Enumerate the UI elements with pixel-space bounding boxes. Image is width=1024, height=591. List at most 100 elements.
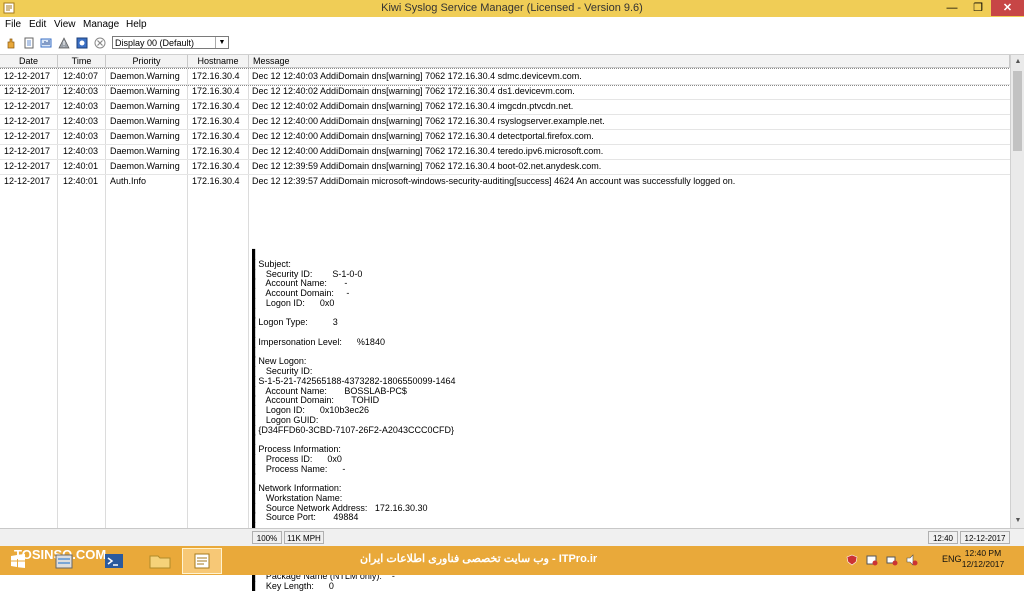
detail-line: ▌{D34FFD60-3CBD-7107-26F2-A2043CCC0CFD} (252, 426, 992, 436)
detail-line: ▌ Source Port: 49884 (252, 513, 992, 523)
table-row[interactable]: 12-12-201712:40:03Daemon.Warning172.16.3… (0, 114, 1010, 130)
menu-file[interactable]: File (5, 19, 21, 30)
cell-time: 12:40:01 (63, 174, 98, 189)
cell-time: 12:40:01 (63, 159, 98, 174)
status-rate: 11K MPH (284, 531, 324, 544)
file-explorer-icon[interactable] (140, 548, 180, 574)
cell-message: Dec 12 12:40:02 AddiDomain dns[warning] … (252, 84, 575, 99)
cell-priority: Daemon.Warning (110, 114, 180, 129)
clear-icon[interactable] (94, 37, 106, 49)
scroll-down-icon[interactable]: ▼ (1011, 514, 1024, 528)
action-center-icon[interactable] (866, 554, 878, 566)
cell-time: 12:40:03 (63, 84, 98, 99)
status-bar: 100% 11K MPH 12:40 12-12-2017 (0, 528, 1024, 547)
cell-date: 12-12-2017 (4, 174, 50, 189)
detail-line: ▌ (252, 250, 992, 260)
cell-hostname: 172.16.30.4 (192, 174, 240, 189)
cell-date: 12-12-2017 (4, 159, 50, 174)
minimize-button[interactable]: — (939, 0, 965, 16)
cell-priority: Auth.Info (110, 174, 146, 189)
status-time: 12:40 (928, 531, 958, 544)
display-select[interactable]: Display 00 (Default) ▼ (112, 36, 229, 49)
column-header-message[interactable]: Message (249, 55, 1010, 68)
column-header-time[interactable]: Time (58, 55, 106, 68)
cell-time: 12:40:03 (63, 144, 98, 159)
title-bar: Kiwi Syslog Service Manager (Licensed - … (0, 0, 1024, 18)
table-row[interactable]: 12-12-201712:40:03Daemon.Warning172.16.3… (0, 99, 1010, 115)
hand-icon[interactable] (5, 37, 17, 49)
cell-message: Dec 12 12:39:57 AddiDomain microsoft-win… (252, 174, 735, 189)
cell-hostname: 172.16.30.4 (192, 69, 240, 84)
cell-hostname: 172.16.30.4 (192, 129, 240, 144)
cell-time: 12:40:07 (63, 69, 98, 84)
detail-line: ▌ Logon ID: 0x10b3ec26 (252, 406, 992, 416)
detail-line: ▌ (252, 474, 992, 484)
detail-line: ▌New Logon: (252, 357, 992, 367)
detail-line: ▌Impersonation Level: %1840 (252, 338, 992, 348)
table-row[interactable]: 12-12-2017 12:40:01 Auth.Info 172.16.30.4 De… (0, 174, 1010, 189)
detail-line: ▌ Source Network Address: 172.16.30.30 (252, 504, 992, 514)
detail-line: ▌ (252, 309, 992, 319)
detail-line: ▌Process Information: (252, 445, 992, 455)
cell-date: 12-12-2017 (4, 144, 50, 159)
cell-message: Dec 12 12:40:00 AddiDomain dns[warning] … (252, 144, 603, 159)
cell-message: Dec 12 12:39:59 AddiDomain dns[warning] … (252, 159, 601, 174)
detail-line: ▌ Security ID: S-1-0-0 (252, 270, 992, 280)
detail-line: ▌ Process ID: 0x0 (252, 455, 992, 465)
vertical-scrollbar[interactable]: ▲ ▼ (1010, 55, 1024, 528)
cell-hostname: 172.16.30.4 (192, 144, 240, 159)
server-manager-icon[interactable] (44, 548, 84, 574)
menu-help[interactable]: Help (126, 19, 147, 30)
log-table: Date Time Priority Hostname Message 12-1… (0, 55, 1024, 528)
clock-date: 12/12/2017 (958, 559, 1008, 570)
detail-line: ▌ Logon ID: 0x0 (252, 299, 992, 309)
column-header-priority[interactable]: Priority (106, 55, 188, 68)
toolbar: Display 00 (Default) ▼ (0, 33, 1024, 55)
table-row[interactable]: 12-12-201712:40:01Daemon.Warning172.16.3… (0, 159, 1010, 175)
table-row[interactable]: 12-12-201712:40:03Daemon.Warning172.16.3… (0, 144, 1010, 160)
cell-priority: Daemon.Warning (110, 159, 180, 174)
taskbar: TOSINSO.COM وب سایت تخصصی فناوری اطلاعات… (0, 546, 1024, 575)
chevron-down-icon[interactable]: ▼ (215, 37, 228, 48)
detail-line: ▌Subject: (252, 260, 992, 270)
table-row[interactable]: 12-12-201712:40:03Daemon.Warning172.16.3… (0, 84, 1010, 100)
scroll-up-icon[interactable]: ▲ (1011, 55, 1024, 69)
close-button[interactable]: ✕ (991, 0, 1024, 16)
cell-date: 12-12-2017 (4, 99, 50, 114)
shield-icon[interactable] (846, 554, 858, 566)
powershell-icon[interactable] (94, 548, 134, 574)
clock-time: 12:40 PM (958, 548, 1008, 559)
scroll-thumb[interactable] (1013, 71, 1022, 151)
options-icon[interactable] (76, 37, 88, 49)
stats-icon[interactable] (40, 37, 52, 49)
detail-line: ▌ Key Length: 0 (252, 582, 992, 591)
detail-line: ▌ (252, 348, 992, 358)
table-row[interactable]: 12-12-201712:40:03Daemon.Warning172.16.3… (0, 129, 1010, 145)
cell-date: 12-12-2017 (4, 84, 50, 99)
table-row[interactable]: 12-12-201712:40:07Daemon.Warning172.16.3… (0, 69, 1010, 85)
status-date: 12-12-2017 (960, 531, 1010, 544)
cell-message: Dec 12 12:40:02 AddiDomain dns[warning] … (252, 99, 573, 114)
kiwi-syslog-taskbar-button[interactable] (182, 548, 222, 574)
watermark-persian: وب سایت تخصصی فناوری اطلاعات ایران - ITP… (360, 552, 597, 565)
speaker-icon[interactable] (906, 554, 918, 566)
menu-view[interactable]: View (54, 19, 76, 30)
cell-hostname: 172.16.30.4 (192, 84, 240, 99)
menu-edit[interactable]: Edit (29, 19, 46, 30)
detail-line: ▌ (252, 435, 992, 445)
network-icon[interactable] (886, 554, 898, 566)
clock[interactable]: 12:40 PM 12/12/2017 (958, 548, 1008, 570)
cell-hostname: 172.16.30.4 (192, 99, 240, 114)
alert-icon[interactable] (58, 37, 70, 49)
maximize-button[interactable]: ❐ (965, 0, 991, 16)
cell-message: Dec 12 12:40:03 AddiDomain dns[warning] … (252, 69, 582, 84)
cell-priority: Daemon.Warning (110, 99, 180, 114)
cell-date: 12-12-2017 (4, 114, 50, 129)
detail-line: ▌ Account Domain: - (252, 289, 992, 299)
column-header-hostname[interactable]: Hostname (188, 55, 249, 68)
window-title: Kiwi Syslog Service Manager (Licensed - … (0, 2, 1024, 14)
notepad-icon[interactable] (23, 37, 35, 49)
column-header-date[interactable]: Date (0, 55, 58, 68)
menu-manage[interactable]: Manage (83, 19, 119, 30)
detail-line: ▌ Account Name: - (252, 279, 992, 289)
